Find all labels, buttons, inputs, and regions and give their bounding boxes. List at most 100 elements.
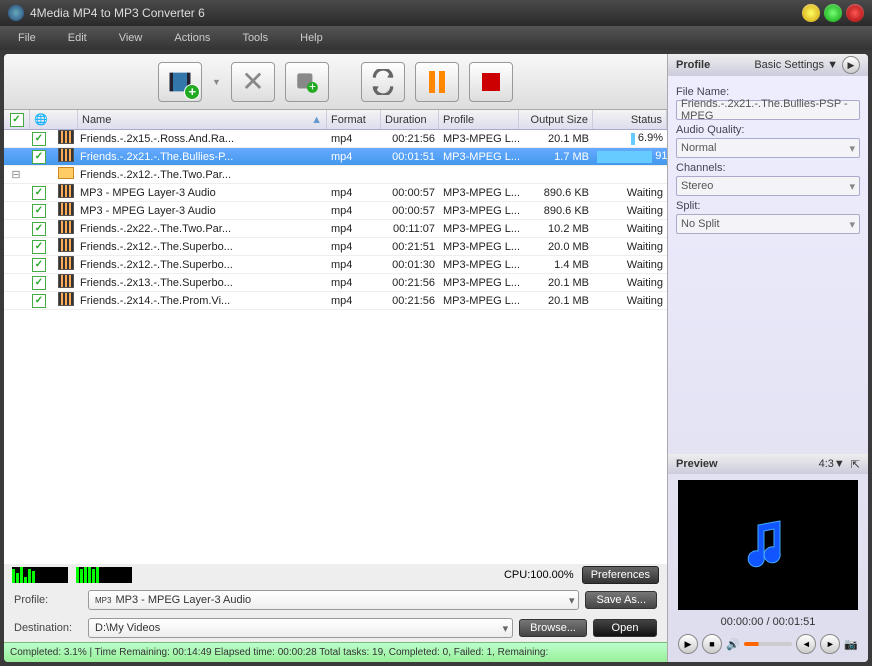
table-row[interactable]: ⊟Friends.-.2x12.-.The.Two.Par... xyxy=(4,166,667,184)
volume-slider[interactable] xyxy=(744,642,793,646)
profile-fields: File Name: Friends.-.2x21.-.The.Bullies-… xyxy=(668,76,868,240)
maximize-button[interactable] xyxy=(824,4,842,22)
row-format: mp4 xyxy=(327,187,381,199)
row-duration: 00:21:56 xyxy=(381,295,439,307)
col-name[interactable]: Name ▲ xyxy=(78,110,327,129)
table-row[interactable]: ✓Friends.-.2x22.-.The.Two.Par...mp400:11… xyxy=(4,220,667,238)
cpu-label: CPU:100.00% xyxy=(504,569,574,581)
basic-settings-dropdown[interactable]: Basic Settings ▼ xyxy=(754,59,838,71)
row-format: mp4 xyxy=(327,133,381,145)
row-size: 20.1 MB xyxy=(519,133,593,145)
row-name: Friends.-.2x15.-.Ross.And.Ra... xyxy=(76,133,327,145)
row-duration: 00:01:30 xyxy=(381,259,439,271)
table-row[interactable]: ✓Friends.-.2x14.-.The.Prom.Vi...mp400:21… xyxy=(4,292,667,310)
table-row[interactable]: ✓Friends.-.2x13.-.The.Superbo...mp400:21… xyxy=(4,274,667,292)
row-checkbox[interactable]: ✓ xyxy=(32,240,46,254)
minimize-button[interactable] xyxy=(802,4,820,22)
save-as-button[interactable]: Save As... xyxy=(585,591,657,609)
row-checkbox[interactable]: ✓ xyxy=(32,294,46,308)
profile-label: Profile: xyxy=(14,594,82,606)
close-button[interactable] xyxy=(846,4,864,22)
row-format: mp4 xyxy=(327,223,381,235)
col-status[interactable]: Status xyxy=(593,110,667,129)
destination-combo[interactable]: D:\My Videos xyxy=(88,618,513,638)
row-format: mp4 xyxy=(327,277,381,289)
row-checkbox[interactable]: ✓ xyxy=(32,258,46,272)
audio-quality-label: Audio Quality: xyxy=(676,124,860,136)
side-panel: Profile Basic Settings ▼▶ File Name: Fri… xyxy=(668,54,868,662)
stop-button[interactable] xyxy=(469,62,513,102)
pause-button[interactable] xyxy=(415,62,459,102)
col-output-size[interactable]: Output Size xyxy=(519,110,593,129)
browse-button[interactable]: Browse... xyxy=(519,619,587,637)
menu-actions[interactable]: Actions xyxy=(164,32,232,44)
row-format: mp4 xyxy=(327,205,381,217)
tree-toggle[interactable]: ⊟ xyxy=(4,168,28,181)
col-profile[interactable]: Profile xyxy=(439,110,519,129)
window-title: 4Media MP4 to MP3 Converter 6 xyxy=(30,6,798,20)
table-row[interactable]: ✓Friends.-.2x21.-.The.Bullies-P...mp400:… xyxy=(4,148,667,166)
play-button[interactable]: ▶ xyxy=(678,634,698,654)
add-file-button[interactable] xyxy=(158,62,202,102)
add-profile-button[interactable]: + xyxy=(285,62,329,102)
expand-profile-button[interactable]: ▶ xyxy=(842,56,860,74)
open-button[interactable]: Open xyxy=(593,619,657,637)
destination-label: Destination: xyxy=(14,622,82,634)
app-window: 4Media MP4 to MP3 Converter 6 File Edit … xyxy=(0,0,872,666)
preview-controls: ▶ ■ 🔊 ◄ ► 📷 xyxy=(668,632,868,662)
volume-icon[interactable]: 🔊 xyxy=(726,638,740,651)
table-row[interactable]: ✓Friends.-.2x12.-.The.Superbo...mp400:21… xyxy=(4,238,667,256)
row-checkbox[interactable]: ✓ xyxy=(32,132,46,146)
menu-view[interactable]: View xyxy=(109,32,165,44)
row-duration: 00:01:51 xyxy=(381,151,439,163)
row-checkbox[interactable]: ✓ xyxy=(32,204,46,218)
row-checkbox[interactable]: ✓ xyxy=(32,276,46,290)
film-icon xyxy=(58,220,74,234)
film-icon xyxy=(58,292,74,306)
stop-preview-button[interactable]: ■ xyxy=(702,634,722,654)
row-name: MP3 - MPEG Layer-3 Audio xyxy=(76,205,327,217)
aspect-dropdown[interactable]: 4:3▼ xyxy=(819,458,845,470)
channels-label: Channels: xyxy=(676,162,860,174)
menu-help[interactable]: Help xyxy=(290,32,345,44)
row-name: Friends.-.2x13.-.The.Superbo... xyxy=(76,277,327,289)
col-duration[interactable]: Duration xyxy=(381,110,439,129)
table-body: ✓Friends.-.2x15.-.Ross.And.Ra...mp400:21… xyxy=(4,130,667,564)
convert-button[interactable] xyxy=(361,62,405,102)
table-row[interactable]: ✓MP3 - MPEG Layer-3 Audiomp400:00:57MP3-… xyxy=(4,184,667,202)
menu-tools[interactable]: Tools xyxy=(232,32,290,44)
next-frame-button[interactable]: ► xyxy=(820,634,840,654)
col-format[interactable]: Format xyxy=(327,110,381,129)
menu-file[interactable]: File xyxy=(8,32,58,44)
folder-icon xyxy=(58,167,74,179)
row-status: 91.9% xyxy=(593,150,667,162)
profile-combo[interactable]: MP3MP3 - MPEG Layer-3 Audio xyxy=(88,590,579,610)
table-header: ✓ 🌐 Name ▲ Format Duration Profile Outpu… xyxy=(4,110,667,130)
row-checkbox[interactable]: ✓ xyxy=(32,150,46,164)
row-profile: MP3-MPEG L... xyxy=(439,259,519,271)
snapshot-icon[interactable]: 📷 xyxy=(844,638,858,651)
preview-header: Preview 4:3▼ ⇱ xyxy=(668,454,868,474)
profile-row: Profile: MP3MP3 - MPEG Layer-3 Audio Sav… xyxy=(4,586,667,614)
titlebar: 4Media MP4 to MP3 Converter 6 xyxy=(0,0,872,26)
menu-edit[interactable]: Edit xyxy=(58,32,109,44)
row-checkbox[interactable]: ✓ xyxy=(32,186,46,200)
col-icon[interactable]: 🌐 xyxy=(30,110,78,129)
destination-row: Destination: D:\My Videos Browse... Open xyxy=(4,614,667,642)
table-row[interactable]: ✓MP3 - MPEG Layer-3 Audiomp400:00:57MP3-… xyxy=(4,202,667,220)
row-status: Waiting xyxy=(593,241,667,253)
row-format: mp4 xyxy=(327,295,381,307)
table-row[interactable]: ✓Friends.-.2x15.-.Ross.And.Ra...mp400:21… xyxy=(4,130,667,148)
channels-field[interactable]: Stereo xyxy=(676,176,860,196)
popout-icon[interactable]: ⇱ xyxy=(851,458,860,471)
file-name-field[interactable]: Friends.-.2x21.-.The.Bullies-PSP - MPEG xyxy=(676,100,860,120)
table-row[interactable]: ✓Friends.-.2x12.-.The.Superbo...mp400:01… xyxy=(4,256,667,274)
preferences-button[interactable]: Preferences xyxy=(582,566,659,584)
split-field[interactable]: No Split xyxy=(676,214,860,234)
audio-quality-field[interactable]: Normal xyxy=(676,138,860,158)
delete-button[interactable]: ✕ xyxy=(231,62,275,102)
select-all-checkbox[interactable]: ✓ xyxy=(10,113,24,127)
prev-frame-button[interactable]: ◄ xyxy=(796,634,816,654)
row-checkbox[interactable]: ✓ xyxy=(32,222,46,236)
row-name: Friends.-.2x12.-.The.Superbo... xyxy=(76,241,327,253)
